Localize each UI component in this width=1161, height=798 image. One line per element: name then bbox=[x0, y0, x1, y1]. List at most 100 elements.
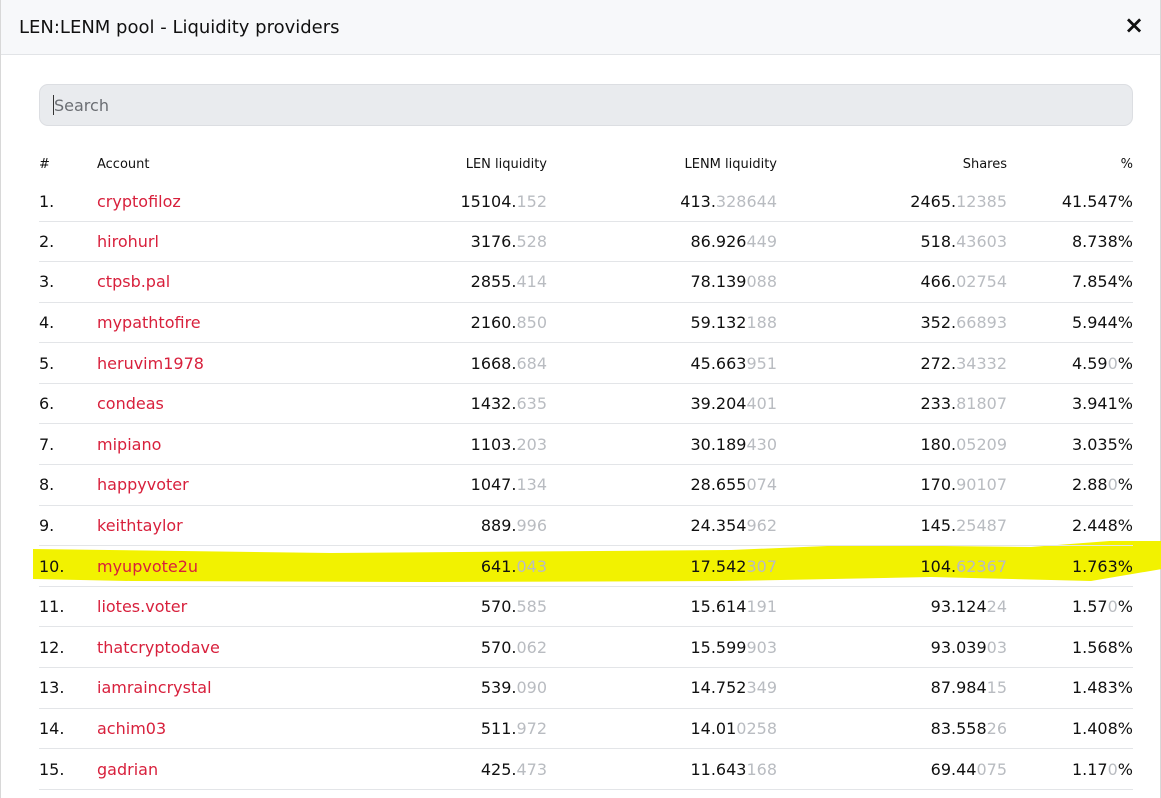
row-rank: 13. bbox=[39, 667, 97, 709]
account-link[interactable]: hirohurl bbox=[97, 232, 159, 251]
lenm-value-main: 28.655 bbox=[690, 475, 747, 495]
account-link[interactable]: happyvoter bbox=[97, 475, 189, 494]
search-input[interactable] bbox=[39, 84, 1133, 126]
row-lenm-liquidity: 30.189430 bbox=[547, 423, 777, 466]
row-lenm-liquidity: 86.926449 bbox=[547, 221, 777, 263]
percent-sign: % bbox=[1117, 759, 1133, 779]
row-len-liquidity: 2855.414 bbox=[297, 261, 547, 303]
row-percent: 41.547% bbox=[1007, 183, 1133, 222]
lenm-value-decimals: 903 bbox=[746, 637, 777, 657]
account-link[interactable]: cryptofiloz bbox=[97, 192, 181, 211]
account-link[interactable]: condeas bbox=[97, 394, 164, 413]
col-header-percent: % bbox=[1120, 156, 1133, 172]
lenm-value-main: 59.132 bbox=[690, 312, 747, 332]
row-lenm-liquidity: 17.542307 bbox=[547, 545, 777, 587]
shares-value-decimals: 81807 bbox=[956, 394, 1007, 414]
row-account[interactable]: heruvim1978 bbox=[97, 342, 297, 384]
row-account[interactable]: happyvoter bbox=[97, 464, 297, 506]
row-lenm-liquidity: 15.599903 bbox=[547, 626, 777, 669]
shares-value-decimals: 90107 bbox=[956, 475, 1007, 495]
row-lenm-liquidity: 413.328644 bbox=[547, 183, 777, 222]
rank-value: 7. bbox=[39, 434, 55, 454]
lenm-value-decimals: 074 bbox=[746, 475, 777, 495]
account-link[interactable]: liotes.voter bbox=[97, 597, 187, 616]
row-percent: 5.944% bbox=[1007, 302, 1133, 344]
row-rank: 2. bbox=[39, 221, 97, 263]
account-link[interactable]: mipiano bbox=[97, 435, 161, 454]
close-icon[interactable]: × bbox=[1122, 13, 1146, 37]
row-percent: 4.590% bbox=[1007, 342, 1133, 384]
row-account[interactable]: liotes.voter bbox=[97, 586, 297, 628]
rank-value: 1. bbox=[39, 192, 55, 212]
account-link[interactable]: myupvote2u bbox=[97, 557, 198, 576]
row-account[interactable]: mipiano bbox=[97, 423, 297, 466]
row-account[interactable]: achim03 bbox=[97, 708, 297, 750]
shares-value-main: 352. bbox=[920, 312, 957, 332]
len-value-main: 1047. bbox=[470, 475, 517, 495]
account-link[interactable]: keithtaylor bbox=[97, 516, 183, 535]
row-shares: 104.62367 bbox=[777, 545, 1007, 587]
account-link[interactable]: achim03 bbox=[97, 719, 166, 738]
row-len-liquidity: 1047.134 bbox=[297, 464, 547, 506]
row-account[interactable]: cryptofiloz bbox=[97, 183, 297, 222]
lenm-value-decimals: 962 bbox=[746, 515, 777, 535]
row-rank: 12. bbox=[39, 626, 97, 669]
table-row: 12. thatcryptodave 570.062 15.599903 93.0390… bbox=[39, 626, 1133, 669]
shares-value-main: 170. bbox=[920, 475, 957, 495]
lenm-value-main: 11.643 bbox=[690, 759, 747, 779]
len-value-decimals: 090 bbox=[516, 678, 547, 698]
percent-value-main: 1.763% bbox=[1071, 556, 1133, 576]
table-row: 7. mipiano 1103.203 30.189430 180.05209 3.035… bbox=[39, 423, 1133, 466]
row-shares: 93.03903 bbox=[777, 626, 1007, 669]
percent-value-main: 4.59 bbox=[1071, 353, 1108, 373]
table-row: 2. hirohurl 3176.528 86.926449 518.43603 8.73… bbox=[39, 221, 1133, 263]
row-account[interactable]: thatcryptodave bbox=[97, 626, 297, 669]
row-rank: 3. bbox=[39, 261, 97, 303]
len-value-main: 1432. bbox=[470, 394, 517, 414]
row-lenm-liquidity: 78.139088 bbox=[547, 261, 777, 303]
row-len-liquidity: 1103.203 bbox=[297, 423, 547, 466]
row-shares: 87.98415 bbox=[777, 667, 1007, 709]
row-percent: 2.880% bbox=[1007, 464, 1133, 506]
row-percent: 1.483% bbox=[1007, 667, 1133, 709]
percent-value-main: 1.57 bbox=[1071, 597, 1108, 617]
len-value-decimals: 972 bbox=[516, 718, 547, 738]
row-percent: 1.763% bbox=[1007, 545, 1133, 587]
len-value-main: 570. bbox=[480, 637, 517, 657]
percent-value-main: 8.738% bbox=[1071, 231, 1133, 251]
account-link[interactable]: ctpsb.pal bbox=[97, 272, 170, 291]
shares-value-decimals: 15 bbox=[986, 678, 1007, 698]
row-account[interactable]: gadrian bbox=[97, 748, 297, 790]
shares-value-main: 83.558 bbox=[930, 718, 987, 738]
row-rank: 11. bbox=[39, 586, 97, 628]
row-lenm-liquidity: 24.354962 bbox=[547, 505, 777, 547]
row-account[interactable]: mypathtofire bbox=[97, 302, 297, 344]
row-account[interactable]: keithtaylor bbox=[97, 505, 297, 547]
lenm-value-main: 14.752 bbox=[690, 678, 747, 698]
lenm-value-main: 39.204 bbox=[690, 394, 747, 414]
account-link[interactable]: mypathtofire bbox=[97, 313, 201, 332]
lenm-value-main: 17.542 bbox=[690, 556, 747, 576]
lenm-value-decimals: 449 bbox=[746, 231, 777, 251]
row-shares: 145.25487 bbox=[777, 505, 1007, 547]
account-link[interactable]: thatcryptodave bbox=[97, 638, 220, 657]
account-link[interactable]: gadrian bbox=[97, 760, 158, 779]
len-value-main: 889. bbox=[480, 515, 517, 535]
percent-value-main: 2.448% bbox=[1071, 515, 1133, 535]
row-account[interactable]: condeas bbox=[97, 383, 297, 425]
len-value-decimals: 152 bbox=[516, 192, 547, 212]
row-rank: 5. bbox=[39, 342, 97, 384]
row-account[interactable]: myupvote2u bbox=[97, 545, 297, 587]
row-len-liquidity: 1668.684 bbox=[297, 342, 547, 384]
row-account[interactable]: hirohurl bbox=[97, 221, 297, 263]
account-link[interactable]: iamraincrystal bbox=[97, 678, 212, 697]
table-row: 10. myupvote2u 641.043 17.542307 104.62367 1.… bbox=[39, 545, 1133, 587]
lenm-value-main: 24.354 bbox=[690, 515, 747, 535]
shares-value-main: 104. bbox=[920, 556, 957, 576]
row-account[interactable]: ctpsb.pal bbox=[97, 261, 297, 303]
account-link[interactable]: heruvim1978 bbox=[97, 354, 204, 373]
len-value-decimals: 850 bbox=[516, 312, 547, 332]
col-header-shares: Shares bbox=[962, 156, 1007, 172]
row-account[interactable]: iamraincrystal bbox=[97, 667, 297, 709]
len-value-main: 1668. bbox=[470, 353, 517, 373]
